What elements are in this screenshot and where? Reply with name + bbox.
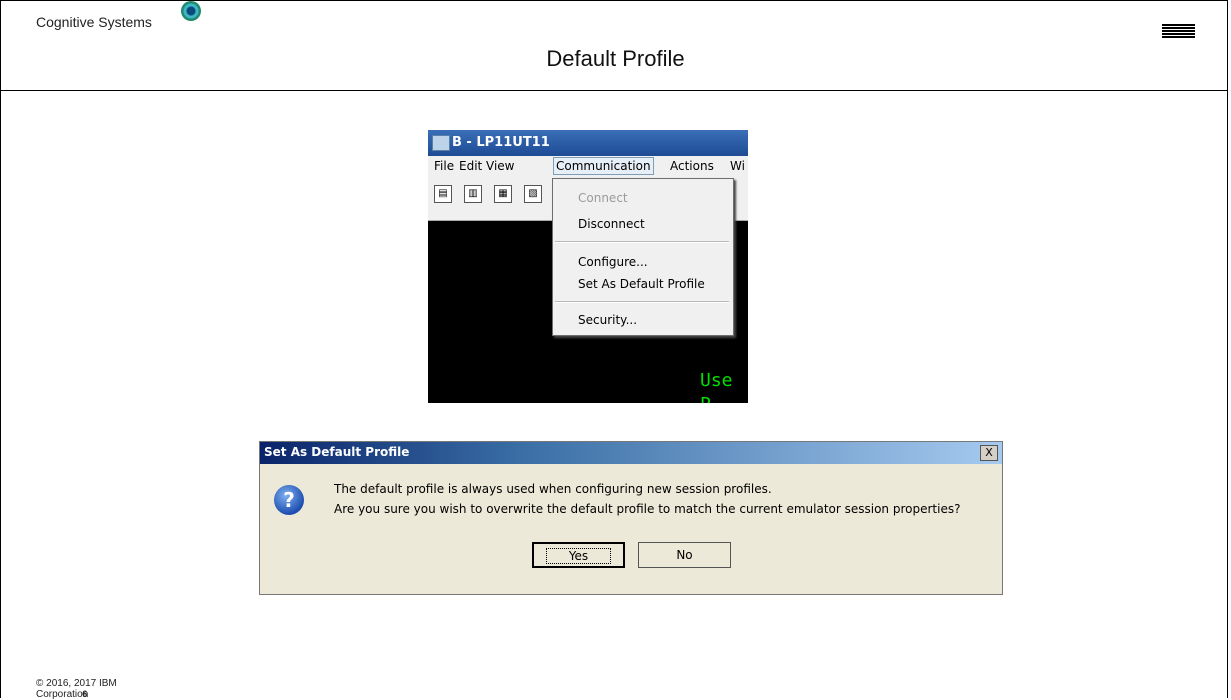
communication-dropdown: Connect Disconnect Configure... Set As D… xyxy=(552,178,734,336)
dialog-message-line-2: Are you sure you wish to overwrite the d… xyxy=(334,502,961,516)
menu-actions[interactable]: Actions xyxy=(670,159,714,173)
footer: © 2016, 2017 IBM Corporation6 xyxy=(36,678,171,700)
copy-append-icon[interactable]: ▥ xyxy=(464,185,482,203)
dialog-message-line-1: The default profile is always used when … xyxy=(334,482,772,496)
dialog-title: Set As Default Profile xyxy=(264,445,410,459)
cognitive-systems-logo-icon xyxy=(181,1,201,21)
menu-item-disconnect[interactable]: Disconnect xyxy=(578,217,645,231)
menu-edit[interactable]: Edit xyxy=(459,159,482,173)
menu-window[interactable]: Wi xyxy=(730,159,745,173)
ibm-logo-icon xyxy=(1162,24,1195,41)
monitor-icon xyxy=(432,135,450,151)
yes-button[interactable]: Yes xyxy=(532,542,625,568)
paste-icon[interactable]: ▦ xyxy=(494,185,512,203)
no-button[interactable]: No xyxy=(638,542,731,568)
emulator-window-title: B - LP11UT11 xyxy=(452,135,550,150)
yes-button-label: Yes xyxy=(545,548,612,564)
copy-icon[interactable]: ▤ xyxy=(434,185,452,203)
header-divider xyxy=(0,90,1228,91)
menu-file[interactable]: File xyxy=(434,159,454,173)
menu-separator xyxy=(555,241,729,243)
terminal-text: P xyxy=(700,394,711,403)
copyright-text: © 2016, 2017 IBM Corporation xyxy=(36,678,117,700)
menu-separator xyxy=(555,301,729,303)
menu-view[interactable]: View xyxy=(486,159,514,173)
menu-item-set-default-profile[interactable]: Set As Default Profile xyxy=(578,277,705,291)
emulator-window: B - LP11UT11 File Edit View Communicatio… xyxy=(428,130,748,403)
menu-item-security[interactable]: Security... xyxy=(578,313,637,327)
send-icon[interactable]: ▧ xyxy=(524,185,542,203)
dialog-titlebar: Set As Default Profile X xyxy=(260,442,1002,464)
question-icon: ? xyxy=(274,485,304,515)
menu-item-connect[interactable]: Connect xyxy=(578,191,628,205)
slide-title: Default Profile xyxy=(546,46,685,71)
emulator-titlebar: B - LP11UT11 xyxy=(428,130,748,156)
close-icon[interactable]: X xyxy=(980,445,998,461)
emulator-menubar: File Edit View Communication Actions Wi xyxy=(428,156,748,178)
menu-item-configure[interactable]: Configure... xyxy=(578,255,648,269)
terminal-text: Use xyxy=(700,370,733,391)
set-default-profile-dialog: Set As Default Profile X ? The default p… xyxy=(259,441,1003,595)
menu-communication[interactable]: Communication xyxy=(553,157,654,175)
brand-label: Cognitive Systems xyxy=(36,14,152,30)
